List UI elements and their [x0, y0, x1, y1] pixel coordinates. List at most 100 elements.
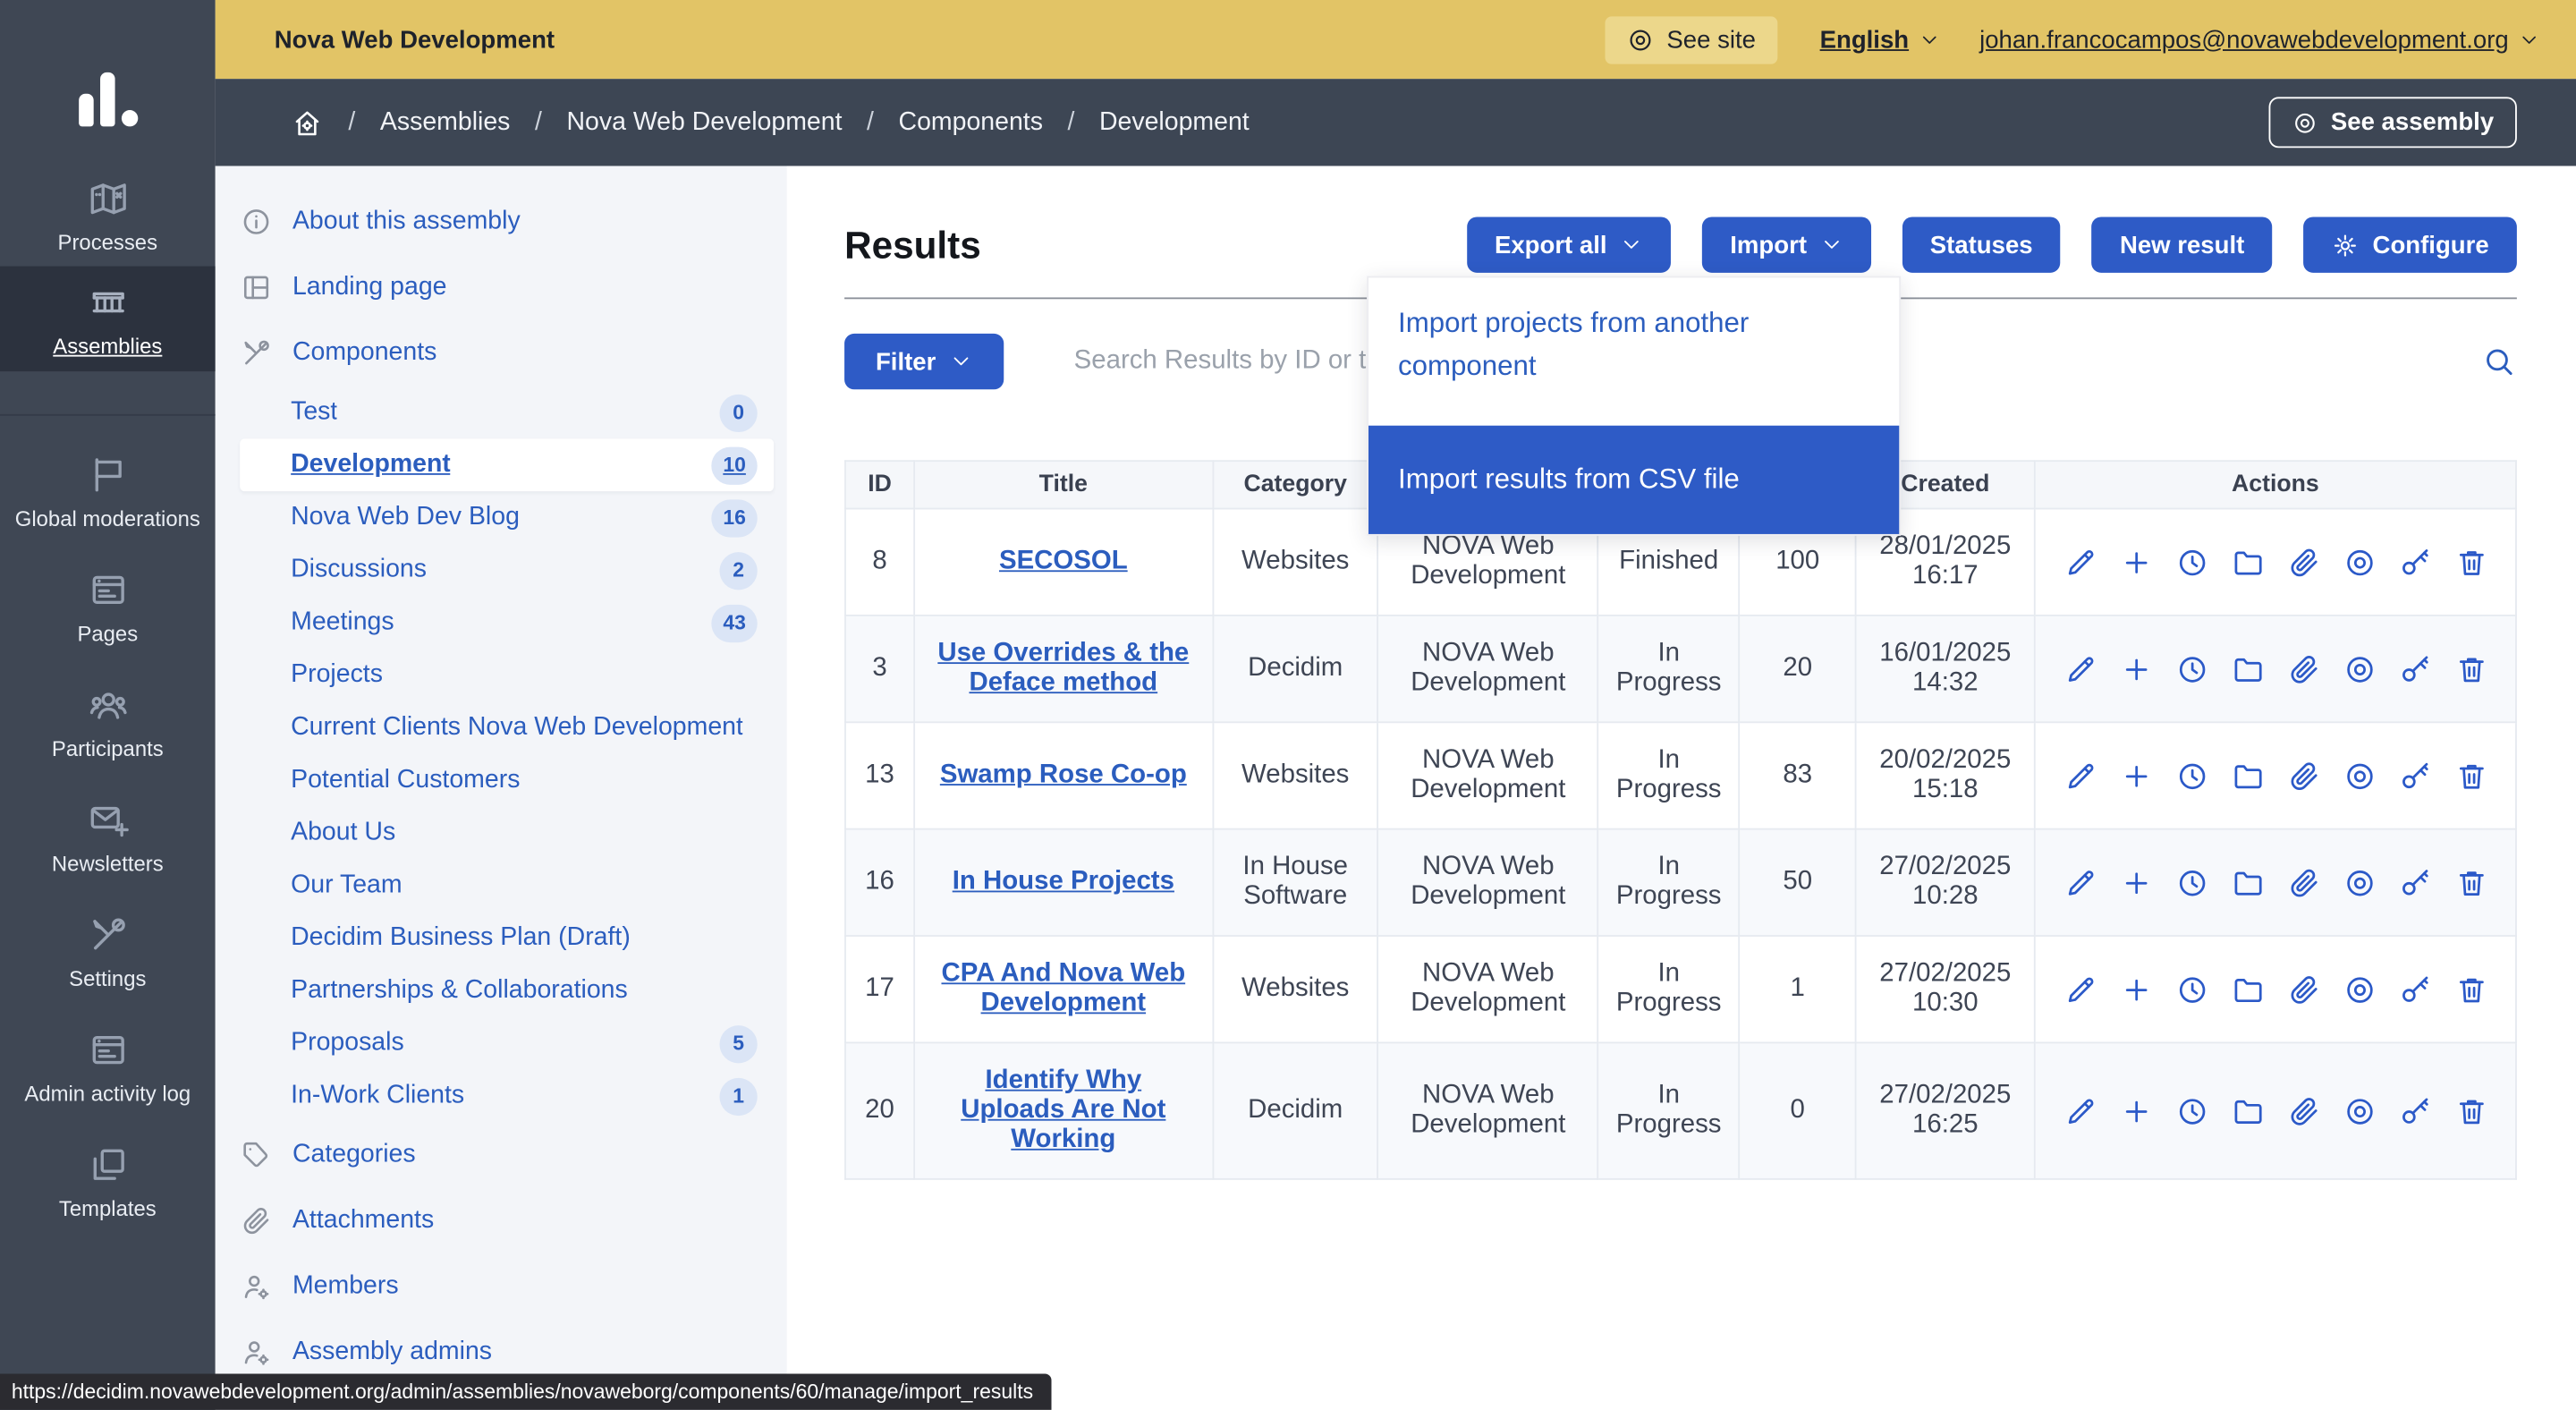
preview-button[interactable] — [2342, 545, 2377, 580]
decidim-logo[interactable] — [0, 0, 216, 166]
assembly-menu-item[interactable]: About this assembly — [240, 189, 774, 254]
delete-button[interactable] — [2453, 972, 2488, 1007]
preview-button[interactable] — [2342, 651, 2377, 686]
history-button[interactable] — [2174, 759, 2209, 794]
permissions-button[interactable] — [2398, 545, 2433, 580]
delete-button[interactable] — [2453, 759, 2488, 794]
assembly-menu-item[interactable]: Nova Web Dev Blog 16 — [240, 491, 774, 544]
edit-button[interactable] — [2063, 1093, 2097, 1128]
result-title-link[interactable]: SECOSOL — [999, 548, 1128, 575]
history-button[interactable] — [2174, 972, 2209, 1007]
sidebar-item[interactable]: Assemblies — [0, 267, 216, 372]
home-icon[interactable] — [291, 106, 324, 139]
sidebar-item[interactable]: Processes — [0, 166, 216, 267]
result-title-link[interactable]: Identify Why Uploads Are Not Working — [961, 1066, 1165, 1153]
history-button[interactable] — [2174, 545, 2209, 580]
permissions-button[interactable] — [2398, 1093, 2433, 1128]
assembly-menu-item[interactable]: Landing page — [240, 255, 774, 320]
folder-button[interactable] — [2230, 865, 2265, 900]
assembly-menu-item[interactable]: Proposals 5 — [240, 1017, 774, 1070]
assembly-menu-item[interactable]: Decidim Business Plan (Draft) — [240, 912, 774, 964]
assembly-menu-item[interactable]: Components — [240, 320, 774, 386]
folder-button[interactable] — [2230, 759, 2265, 794]
filter-button[interactable]: Filter — [844, 334, 1004, 389]
import-button[interactable]: Import — [1702, 217, 1871, 272]
sidebar-item[interactable]: Participants — [0, 664, 216, 779]
assembly-menu-item[interactable]: Projects — [240, 650, 774, 702]
delete-button[interactable] — [2453, 1093, 2488, 1128]
folder-button[interactable] — [2230, 1093, 2265, 1128]
attachments-button[interactable] — [2286, 865, 2321, 900]
import-menu-item[interactable]: Import results from CSV file — [1368, 425, 1899, 534]
assembly-menu-item[interactable]: Members — [240, 1253, 774, 1319]
assembly-menu-item[interactable]: In-Work Clients 1 — [240, 1070, 774, 1123]
folder-button[interactable] — [2230, 651, 2265, 686]
sidebar-item[interactable]: Templates — [0, 1124, 216, 1239]
language-dropdown[interactable]: English — [1820, 25, 1940, 53]
edit-button[interactable] — [2063, 972, 2097, 1007]
add-button[interactable] — [2118, 1093, 2153, 1128]
permissions-button[interactable] — [2398, 759, 2433, 794]
sidebar-item[interactable]: Global moderations — [0, 414, 216, 549]
preview-button[interactable] — [2342, 759, 2377, 794]
breadcrumb-item[interactable]: Nova Web Development — [566, 107, 842, 137]
sidebar-item[interactable]: Newsletters — [0, 779, 216, 895]
sidebar-item[interactable]: Admin activity log — [0, 1009, 216, 1125]
sidebar-item[interactable]: Pages — [0, 548, 216, 664]
breadcrumb-item[interactable]: Assemblies — [380, 107, 511, 137]
edit-button[interactable] — [2063, 545, 2097, 580]
preview-button[interactable] — [2342, 972, 2377, 1007]
configure-button[interactable]: Configure — [2303, 217, 2516, 272]
assembly-menu-item[interactable]: Current Clients Nova Web Development — [240, 701, 774, 754]
result-title-link[interactable]: CPA And Nova Web Development — [941, 960, 1185, 1017]
add-button[interactable] — [2118, 545, 2153, 580]
breadcrumb-item[interactable]: Development — [1099, 107, 1250, 137]
preview-button[interactable] — [2342, 865, 2377, 900]
permissions-button[interactable] — [2398, 865, 2433, 900]
permissions-button[interactable] — [2398, 972, 2433, 1007]
import-menu-item[interactable]: Import projects from another component — [1368, 277, 1899, 425]
edit-button[interactable] — [2063, 759, 2097, 794]
attachments-button[interactable] — [2286, 759, 2321, 794]
history-button[interactable] — [2174, 651, 2209, 686]
assembly-menu-item[interactable]: Attachments — [240, 1188, 774, 1253]
add-button[interactable] — [2118, 759, 2153, 794]
assembly-menu-item[interactable]: Potential Customers — [240, 754, 774, 807]
attachments-button[interactable] — [2286, 651, 2321, 686]
edit-button[interactable] — [2063, 651, 2097, 686]
statuses-button[interactable]: Statuses — [1902, 217, 2061, 272]
permissions-button[interactable] — [2398, 651, 2433, 686]
assembly-menu-item[interactable]: About Us — [240, 807, 774, 860]
add-button[interactable] — [2118, 972, 2153, 1007]
delete-button[interactable] — [2453, 651, 2488, 686]
assembly-menu-item[interactable]: Discussions 2 — [240, 544, 774, 597]
assembly-menu-item[interactable]: Partnerships & Collaborations — [240, 964, 774, 1017]
folder-button[interactable] — [2230, 545, 2265, 580]
see-site-button[interactable]: See site — [1605, 15, 1777, 63]
delete-button[interactable] — [2453, 545, 2488, 580]
assembly-menu-item[interactable]: Development 10 — [240, 438, 774, 491]
assembly-menu-item[interactable]: Test 0 — [240, 386, 774, 439]
folder-button[interactable] — [2230, 972, 2265, 1007]
see-assembly-button[interactable]: See assembly — [2268, 97, 2517, 148]
attachments-button[interactable] — [2286, 1093, 2321, 1128]
preview-button[interactable] — [2342, 1093, 2377, 1128]
add-button[interactable] — [2118, 651, 2153, 686]
attachments-button[interactable] — [2286, 545, 2321, 580]
result-title-link[interactable]: Swamp Rose Co-op — [940, 760, 1187, 788]
new-result-button[interactable]: New result — [2092, 217, 2273, 272]
history-button[interactable] — [2174, 1093, 2209, 1128]
edit-button[interactable] — [2063, 865, 2097, 900]
assembly-menu-item[interactable]: Meetings 43 — [240, 597, 774, 650]
search-icon[interactable] — [2480, 344, 2516, 379]
breadcrumb-item[interactable]: Components — [899, 107, 1043, 137]
export-all-button[interactable]: Export all — [1467, 217, 1671, 272]
user-menu[interactable]: johan.francocampos@novawebdevelopment.or… — [1979, 25, 2539, 53]
attachments-button[interactable] — [2286, 972, 2321, 1007]
result-title-link[interactable]: In House Projects — [953, 868, 1174, 896]
sidebar-item[interactable]: Settings — [0, 894, 216, 1009]
history-button[interactable] — [2174, 865, 2209, 900]
add-button[interactable] — [2118, 865, 2153, 900]
assembly-menu-item[interactable]: Our Team — [240, 860, 774, 913]
delete-button[interactable] — [2453, 865, 2488, 900]
